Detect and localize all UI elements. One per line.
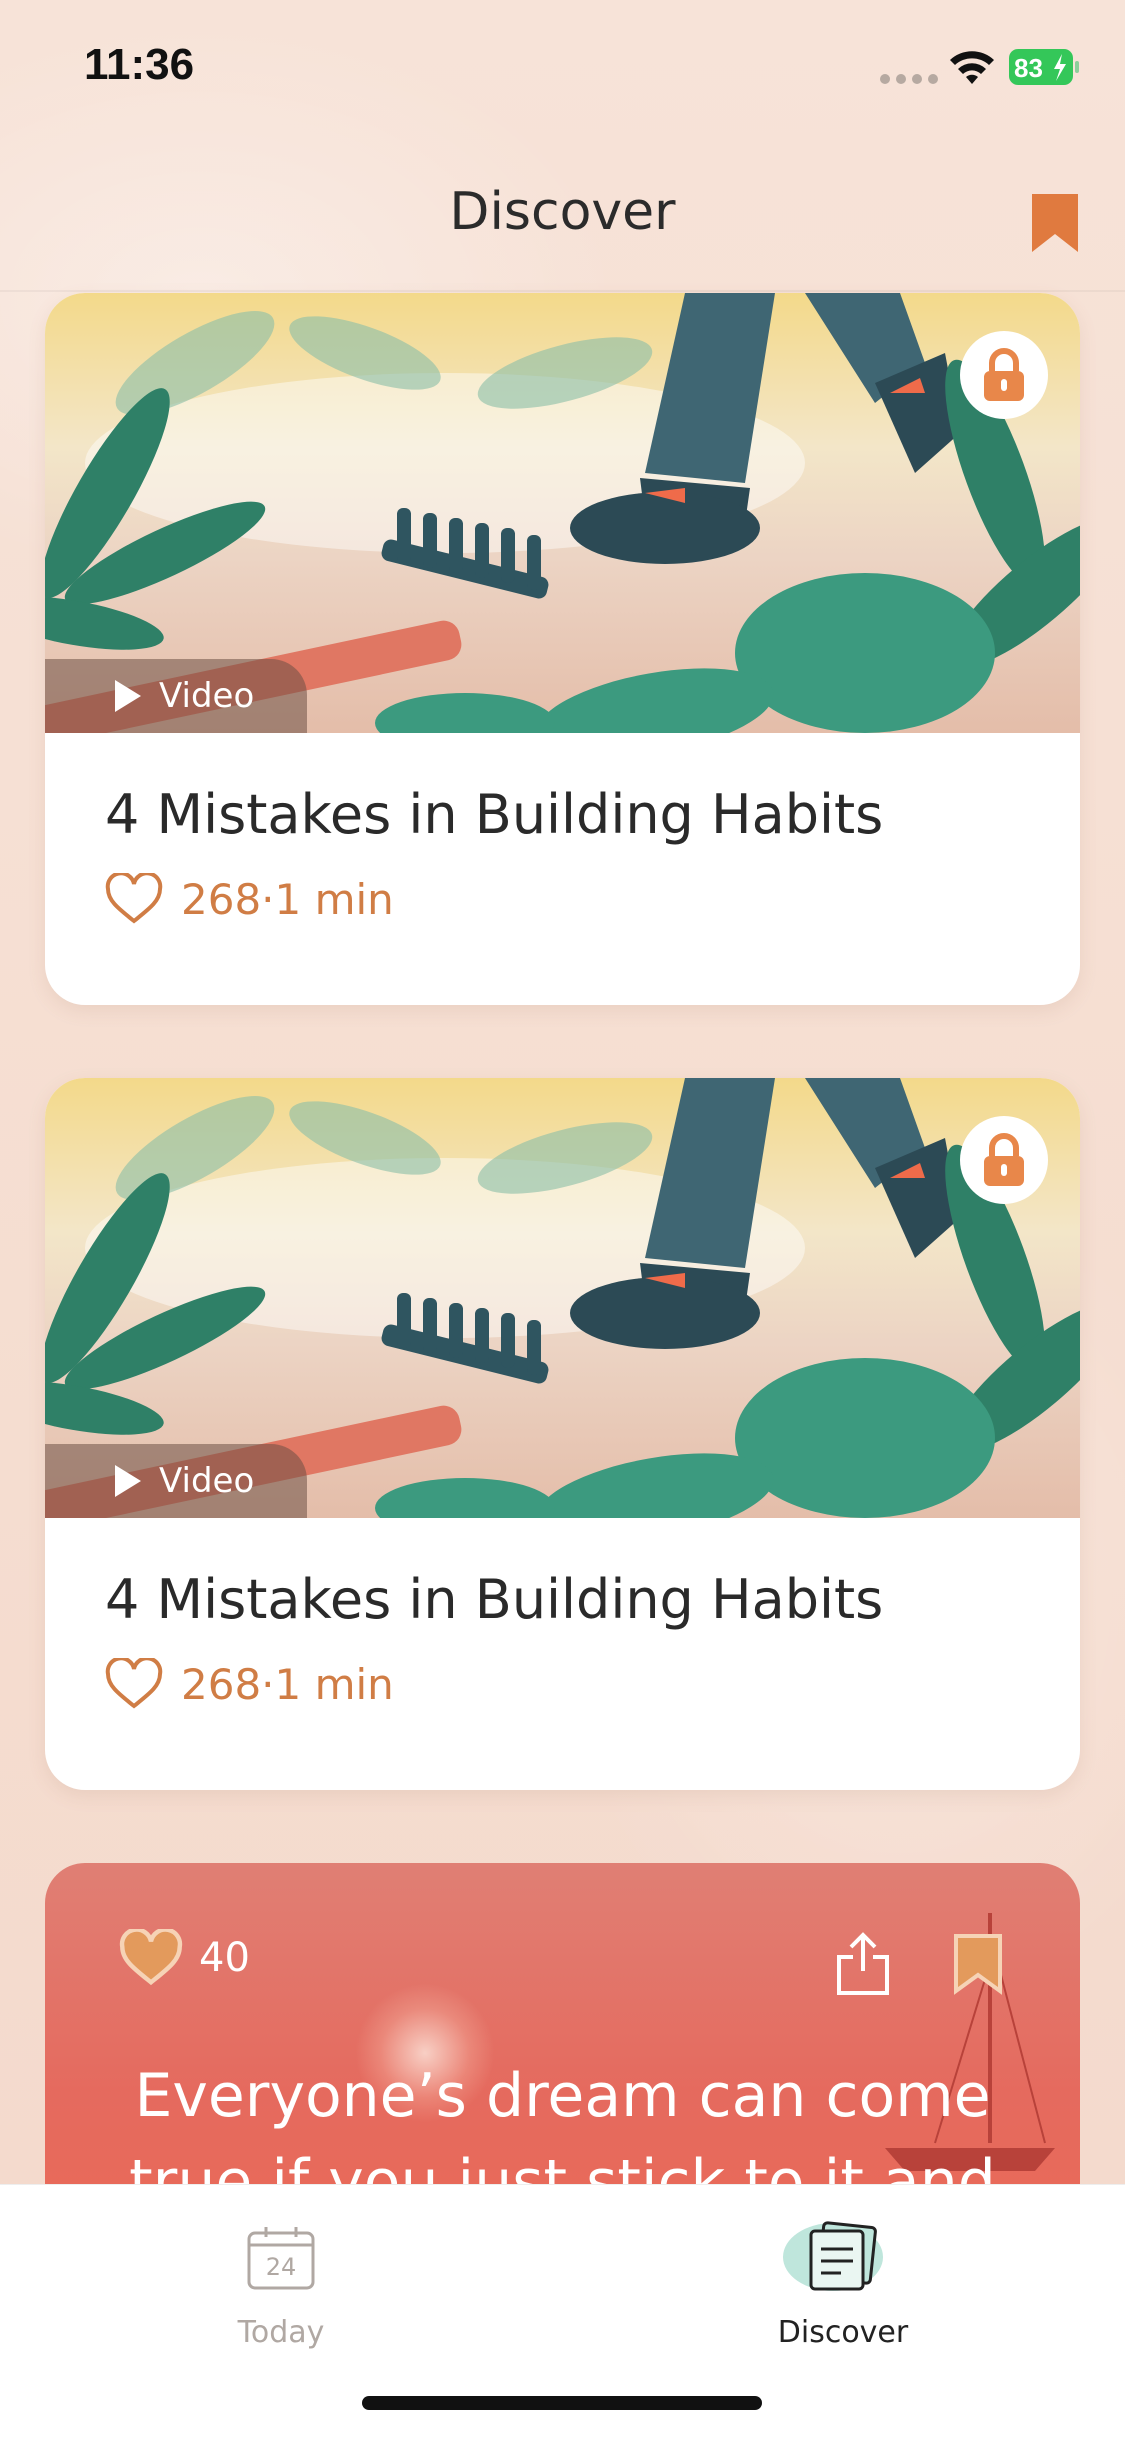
heart-icon[interactable]: [119, 1929, 183, 1987]
tab-discover[interactable]: Discover: [713, 2205, 973, 2355]
heart-icon[interactable]: [105, 873, 163, 925]
quote-like-count: 40: [199, 1935, 250, 1981]
share-icon[interactable]: [833, 1931, 893, 1997]
play-icon: [115, 1465, 141, 1497]
cellular-signal-icon: [880, 74, 938, 84]
wifi-icon: [950, 51, 994, 84]
quote-text: Everyone’s dream can come true if you ju…: [45, 2053, 1080, 2193]
status-time: 11:36: [84, 40, 195, 89]
like-count: 268: [181, 1659, 262, 1709]
articles-icon: [783, 2221, 883, 2291]
heart-icon[interactable]: [105, 1658, 163, 1710]
video-badge: Video: [45, 1444, 307, 1518]
battery-icon: 83: [1009, 49, 1079, 85]
svg-text:24: 24: [266, 2253, 297, 2281]
tab-discover-label: Discover: [777, 2315, 909, 2350]
card-title: 4 Mistakes in Building Habits: [105, 1568, 884, 1631]
video-badge-label: Video: [159, 1461, 255, 1501]
home-indicator[interactable]: [362, 2396, 762, 2410]
svg-text:83: 83: [1014, 53, 1043, 83]
card-title: 4 Mistakes in Building Habits: [105, 783, 884, 846]
card-illustration: Video: [45, 1078, 1080, 1518]
bookmark-icon[interactable]: [953, 1933, 1003, 1995]
status-bar: 11:36 83: [0, 0, 1125, 140]
quote-line: Everyone’s dream can come: [134, 2061, 991, 2131]
quote-like[interactable]: 40: [119, 1929, 250, 1987]
card-meta: 268 ·1 min: [105, 873, 394, 925]
header-divider: [0, 290, 1125, 292]
lock-badge: [960, 331, 1048, 419]
tab-today-label: Today: [237, 2315, 325, 2350]
card-meta: 268 ·1 min: [105, 1658, 394, 1710]
header: Discover: [0, 140, 1125, 292]
content-card[interactable]: Video 4 Mistakes in Building Habits 268 …: [45, 293, 1080, 1005]
video-badge: Video: [45, 659, 307, 733]
bookmark-icon[interactable]: [1030, 192, 1080, 254]
duration: ·1 min: [261, 1659, 394, 1709]
calendar-icon: 24: [247, 2227, 315, 2290]
quote-card[interactable]: 40 Everyone’s dream can come true if you…: [45, 1863, 1080, 2193]
page-title: Discover: [449, 182, 676, 242]
duration: ·1 min: [261, 874, 394, 924]
tab-today[interactable]: 24 Today: [151, 2205, 411, 2355]
lock-icon: [984, 1133, 1024, 1186]
lock-badge: [960, 1116, 1048, 1204]
play-icon: [115, 680, 141, 712]
card-illustration: Video: [45, 293, 1080, 733]
lock-icon: [984, 348, 1024, 401]
content-card[interactable]: Video 4 Mistakes in Building Habits 268 …: [45, 1078, 1080, 1790]
video-badge-label: Video: [159, 676, 255, 716]
like-count: 268: [181, 874, 262, 924]
